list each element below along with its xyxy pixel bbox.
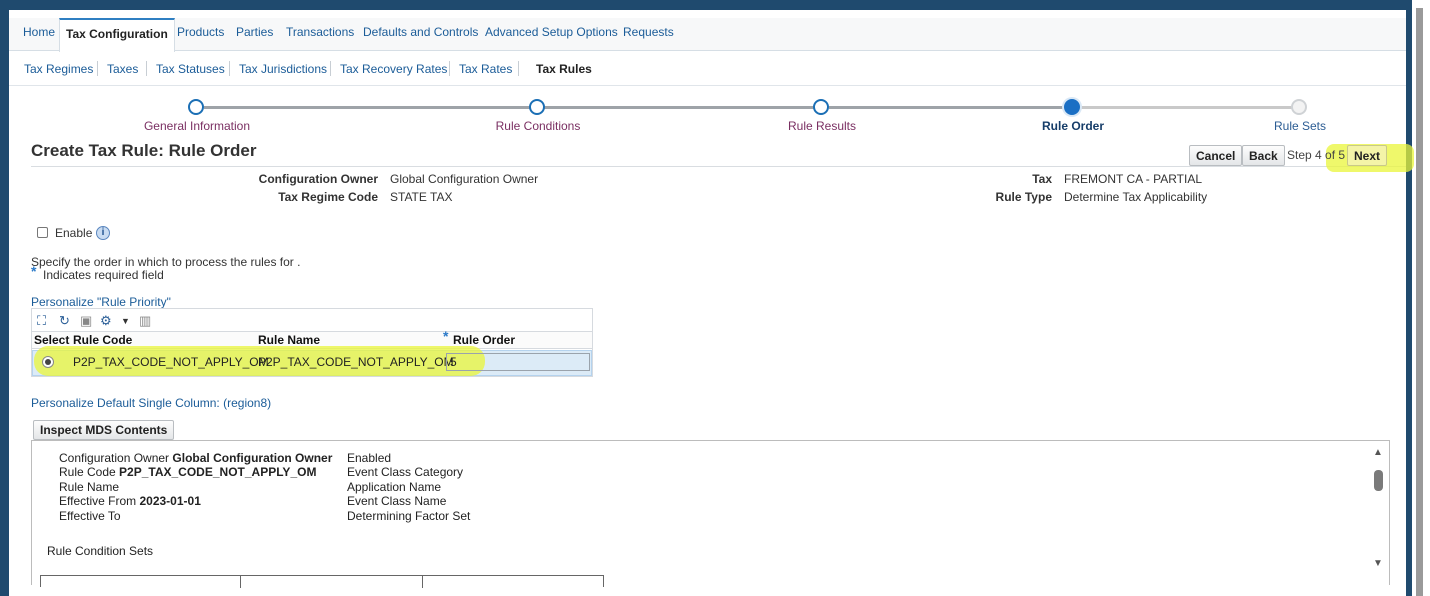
train-stop-rule-order [1064,99,1080,115]
enable-label: Enable [55,226,93,240]
subtab-separator [146,61,147,76]
tab-transactions[interactable]: Transactions [286,25,354,39]
cancel-button[interactable]: Cancel [1189,145,1243,166]
subtab-tax-rules[interactable]: Tax Rules [536,62,592,76]
train-label-rule-conditions[interactable]: Rule Conditions [496,119,581,133]
subtab-tax-regimes[interactable]: Tax Regimes [24,62,93,76]
rule-type-value: Determine Tax Applicability [1064,190,1208,204]
train-connector [829,106,1065,109]
train-label-rule-sets: Rule Sets [1273,119,1327,133]
refresh-icon[interactable]: ↻ [59,313,70,329]
step-indicator: Step 4 of 5 [1287,148,1346,162]
tab-parties[interactable]: Parties [236,25,273,39]
subtab-tax-statuses[interactable]: Tax Statuses [156,62,225,76]
tab-requests[interactable]: Requests [623,25,674,39]
dropdown-icon[interactable]: ▼ [121,316,130,326]
row-select-radio[interactable] [42,356,54,368]
tab-advanced-setup-options[interactable]: Advanced Setup Options [485,25,618,39]
required-asterisk: * [443,328,449,344]
subtab-separator [330,61,331,76]
scrollbar-thumb[interactable] [1374,470,1383,491]
info-icon[interactable]: i [96,226,110,240]
train-connector [204,106,530,109]
inspect-mds-button[interactable]: Inspect MDS Contents [33,420,175,440]
rule-order-input[interactable] [446,353,590,371]
column-header-select: Select [34,333,70,347]
cell-rule-name: P2P_TAX_CODE_NOT_APPLY_OM [258,355,454,369]
tab-home[interactable]: Home [23,25,55,39]
subtab-separator [97,61,98,76]
tab-tax-configuration[interactable]: Tax Configuration [59,18,175,52]
train-label-rule-results[interactable]: Rule Results [788,119,856,133]
outer-scrollbar[interactable] [1412,0,1430,596]
train-stop-general-information[interactable] [188,99,204,115]
enable-checkbox[interactable] [37,227,48,238]
train-label-rule-order: Rule Order [1041,119,1105,133]
back-button[interactable]: Back [1242,145,1285,166]
subtab-tax-recovery-rates[interactable]: Tax Recovery Rates [340,62,447,76]
window-left-border [0,0,9,596]
export-icon[interactable]: ▣ [80,313,92,329]
train-connector [544,106,814,109]
column-header-rule-code[interactable]: Rule Code [73,333,132,347]
subtab-taxes[interactable]: Taxes [107,62,138,76]
required-note: Indicates required field [43,268,164,282]
mds-effective-from: Effective From 2023-01-01 [59,494,201,508]
tax-regime-code-value: STATE TAX [390,190,453,204]
next-button[interactable]: Next [1347,145,1388,166]
subtab-separator [449,61,450,76]
subtab-separator [518,61,519,76]
subtab-tax-jurisdictions[interactable]: Tax Jurisdictions [239,62,327,76]
rule-type-label: Rule Type [995,190,1052,204]
page-title: Create Tax Rule: Rule Order [31,141,257,160]
train-stop-rule-conditions[interactable] [529,99,545,115]
main-tab-bar: Home Tax Configuration Products Parties … [9,18,1406,52]
mds-determining-factor-set: Determining Factor Set [347,509,471,523]
subtab-tax-rates[interactable]: Tax Rates [459,62,512,76]
mds-event-class-category: Event Class Category [347,465,464,479]
train-stop-rule-results[interactable] [813,99,829,115]
personalize-default-link[interactable]: Personalize Default Single Column: (regi… [31,396,271,410]
mds-enabled: Enabled [347,451,392,465]
mds-effective-to: Effective To [59,509,121,523]
train-label-general-information[interactable]: General Information [144,119,250,133]
scroll-down-icon[interactable]: ▼ [1373,558,1383,569]
columns-icon[interactable]: ▥ [139,313,151,329]
subtab-separator [229,61,230,76]
mds-config-owner: Configuration Owner Global Configuration… [59,451,333,465]
train-connector [1080,106,1292,109]
tab-defaults-and-controls[interactable]: Defaults and Controls [363,25,478,39]
mds-rule-name: Rule Name [59,480,120,494]
settings-icon[interactable]: ⚙ [100,313,112,329]
train-stop-rule-sets [1291,99,1307,115]
tax-value: FREMONT CA - PARTIAL [1064,172,1203,186]
sub-tab-bar: Tax Regimes Taxes Tax Statuses Tax Juris… [9,52,1406,86]
title-divider [31,166,1406,167]
tax-regime-code-label: Tax Regime Code [278,190,378,204]
instructions-text: Specify the order in which to process th… [31,255,301,269]
tab-products[interactable]: Products [177,25,224,39]
personalize-rule-priority-link[interactable]: Personalize "Rule Priority" [31,295,171,309]
cell-rule-code: P2P_TAX_CODE_NOT_APPLY_OM [73,355,269,369]
detach-icon[interactable]: ⛶ [37,313,46,329]
config-owner-value: Global Configuration Owner [390,172,539,186]
window-top-border [0,0,1412,10]
column-header-rule-name[interactable]: Rule Name [258,333,320,347]
column-header-rule-order[interactable]: Rule Order [453,333,515,347]
rule-condition-sets-table [40,575,604,588]
rule-condition-sets-heading: Rule Condition Sets [47,544,154,558]
mds-rule-code: Rule Code P2P_TAX_CODE_NOT_APPLY_OM [59,465,317,479]
required-asterisk: * [31,263,37,279]
mds-application-name: Application Name [347,480,442,494]
scroll-up-icon[interactable]: ▲ [1373,447,1383,458]
tax-label: Tax [1032,172,1052,186]
config-owner-label: Configuration Owner [258,172,378,186]
mds-event-class-name: Event Class Name [347,494,447,508]
